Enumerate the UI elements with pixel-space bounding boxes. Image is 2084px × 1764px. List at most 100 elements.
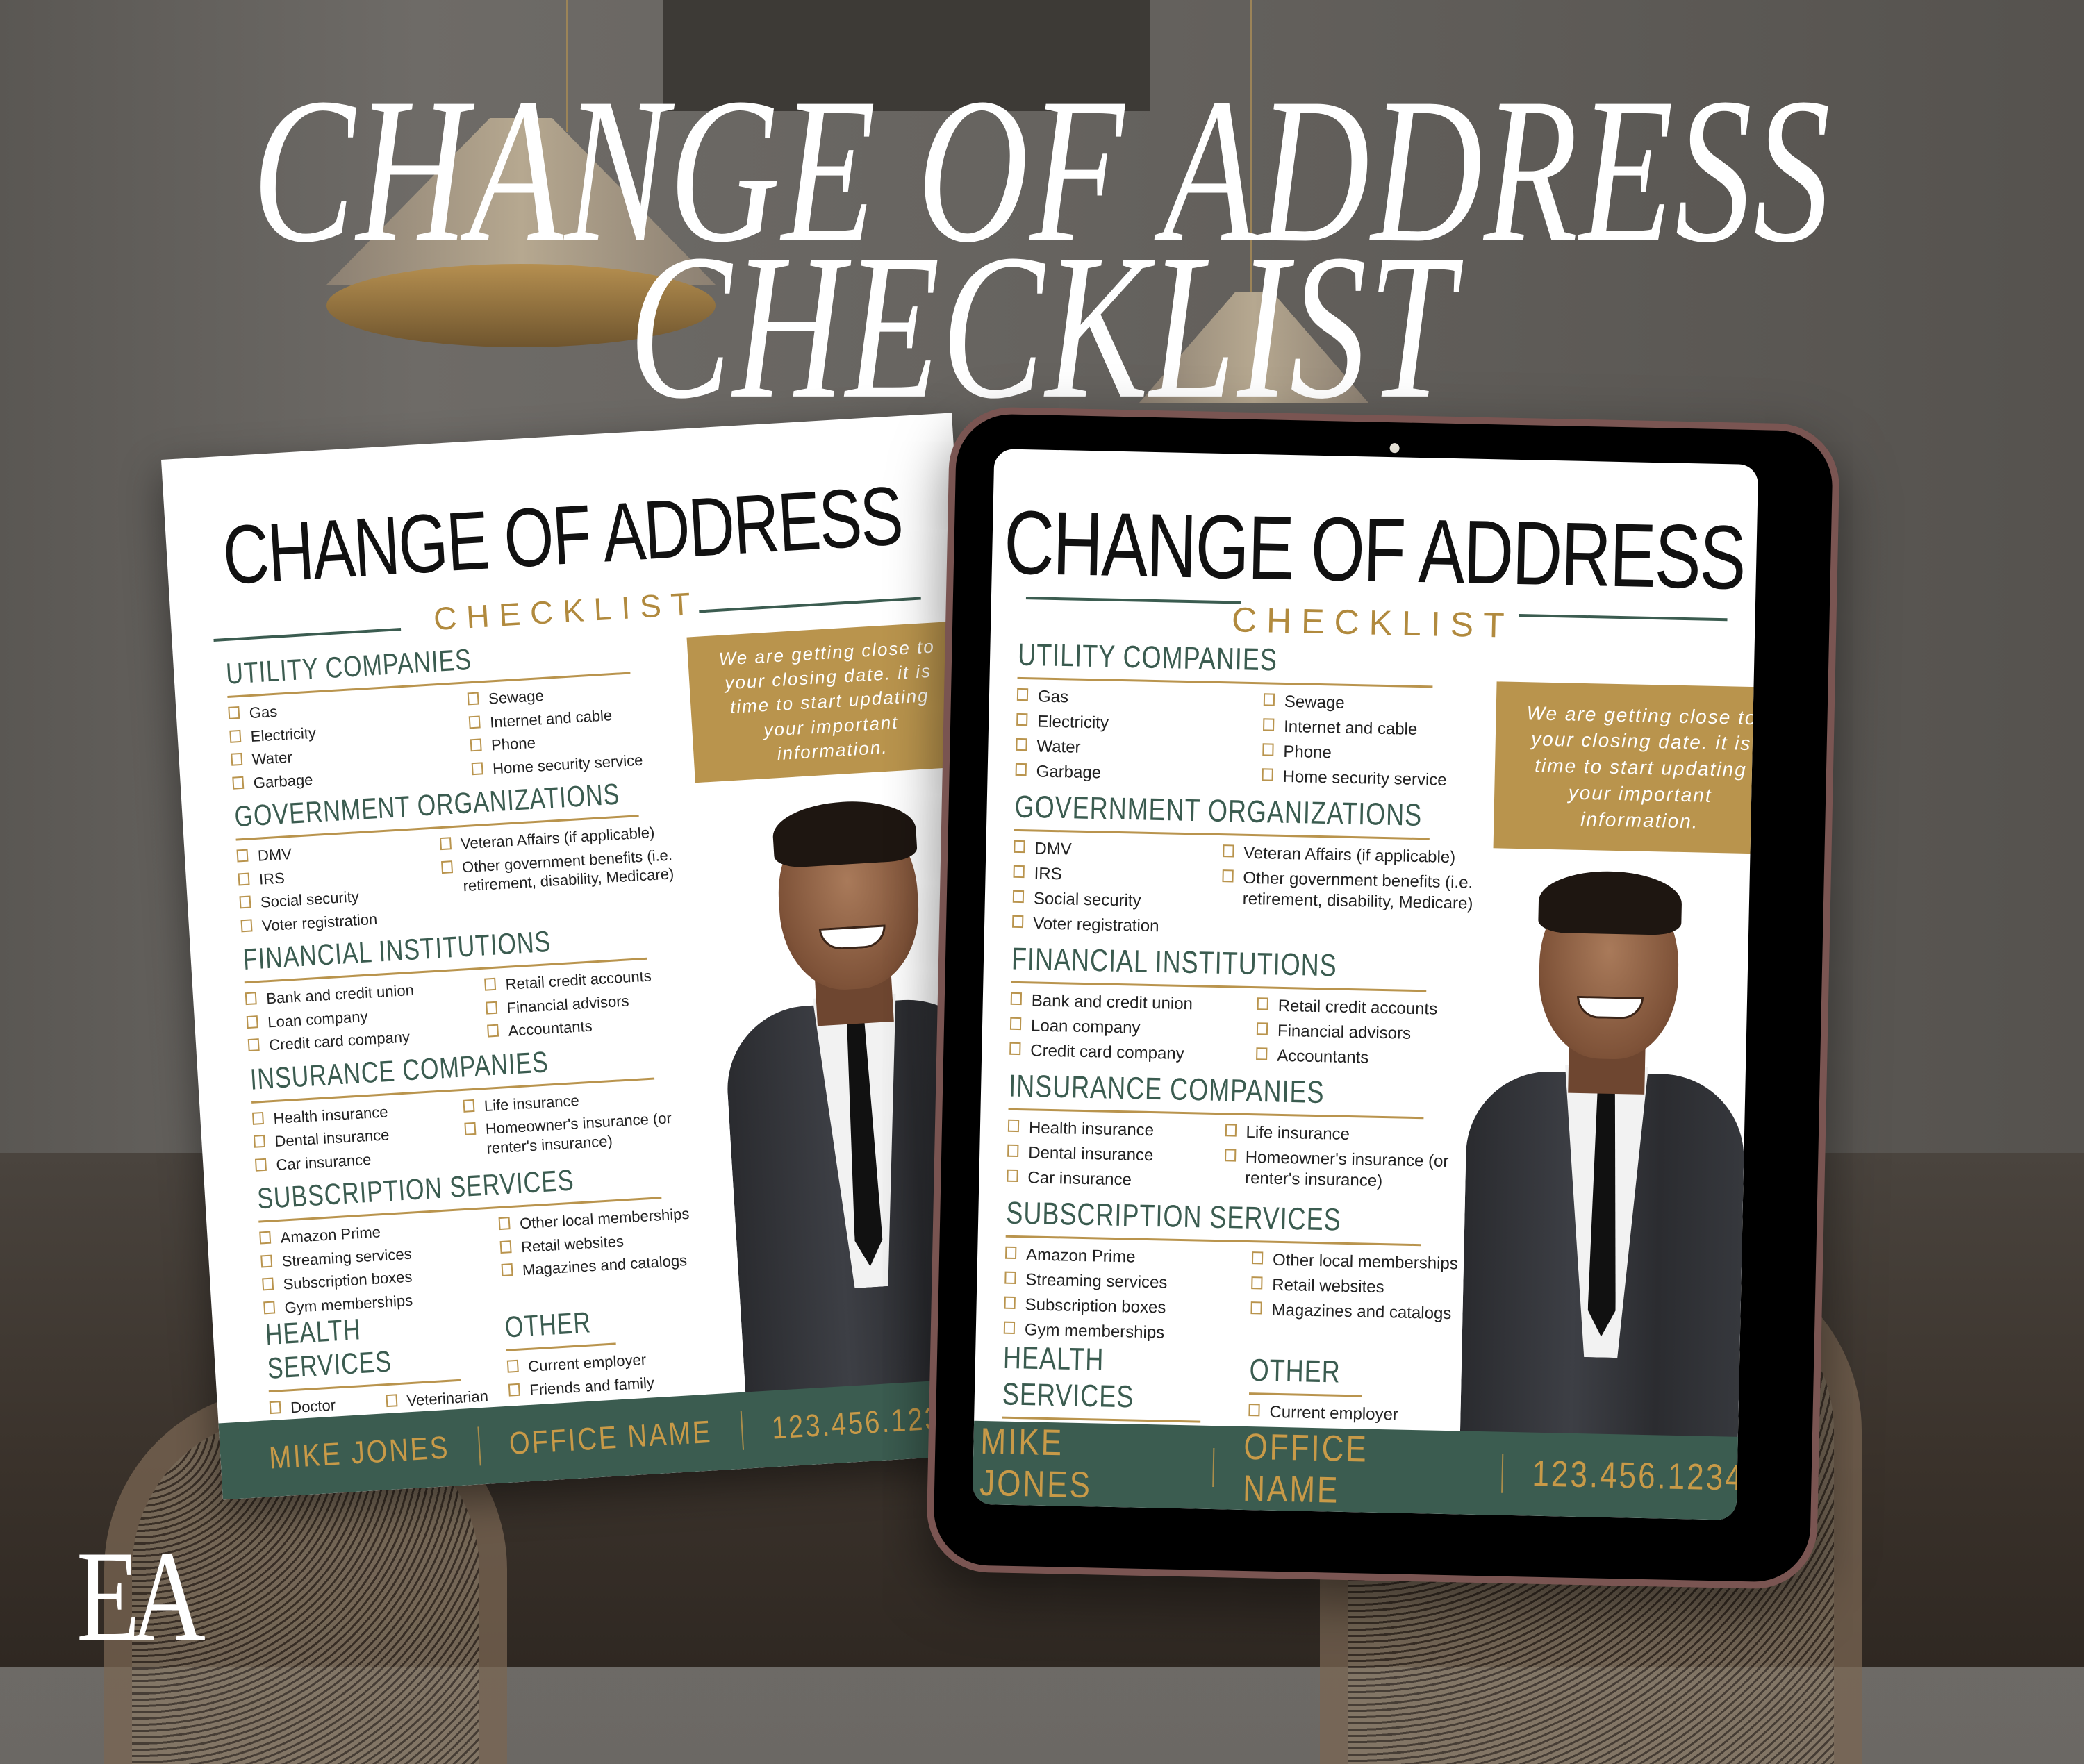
checkbox-icon[interactable] <box>499 1240 512 1254</box>
checklist-item[interactable]: IRS <box>1013 863 1201 888</box>
checkbox-icon[interactable] <box>254 1158 267 1172</box>
checklist-item[interactable]: Internet and cable <box>1263 716 1489 742</box>
checklist-item[interactable]: Current employer <box>1248 1401 1475 1427</box>
checkbox-icon[interactable] <box>232 776 245 790</box>
checkbox-icon[interactable] <box>1007 1169 1018 1183</box>
checkbox-icon[interactable] <box>1262 768 1273 781</box>
checkbox-icon[interactable] <box>259 1231 272 1245</box>
checklist-item[interactable]: Other local memberships <box>1251 1249 1478 1275</box>
checkbox-icon[interactable] <box>1016 713 1028 726</box>
checkbox-icon[interactable] <box>1003 1321 1016 1335</box>
checkbox-icon[interactable] <box>440 860 453 874</box>
checklist-item[interactable]: DMV <box>1014 838 1202 863</box>
checklist-item[interactable]: Dental insurance <box>1007 1142 1204 1167</box>
checkbox-icon[interactable] <box>1250 1301 1262 1315</box>
checklist-item[interactable]: Other government benefits (i.e. retireme… <box>1221 867 1485 915</box>
checklist-item[interactable]: Phone <box>1262 741 1489 767</box>
checklist-item[interactable]: Homeowner's insurance (or renter's insur… <box>1224 1147 1480 1194</box>
checkbox-icon[interactable] <box>468 715 481 729</box>
checkbox-icon[interactable] <box>1256 1022 1268 1035</box>
checklist-item[interactable]: Bank and credit union <box>1010 990 1237 1016</box>
checklist-item[interactable]: Electricity <box>1016 711 1243 737</box>
checklist-item[interactable]: Garbage <box>1015 761 1241 787</box>
checklist-item[interactable]: Sewage <box>1263 691 1490 717</box>
checkbox-icon[interactable] <box>470 738 482 752</box>
checkbox-icon[interactable] <box>1263 693 1275 706</box>
checkbox-icon[interactable] <box>486 1001 498 1015</box>
checkbox-icon[interactable] <box>439 837 452 851</box>
checklist-item[interactable]: Amazon Prime <box>1005 1245 1232 1270</box>
checkbox-icon[interactable] <box>1251 1251 1264 1265</box>
checkbox-icon[interactable] <box>1248 1404 1260 1417</box>
checkbox-icon[interactable] <box>1010 992 1023 1006</box>
checkbox-icon[interactable] <box>508 1383 520 1397</box>
checkbox-icon[interactable] <box>464 1122 477 1135</box>
checkbox-icon[interactable] <box>1224 1149 1237 1162</box>
checkbox-icon[interactable] <box>247 1038 260 1052</box>
checkbox-icon[interactable] <box>506 1359 519 1373</box>
checkbox-icon[interactable] <box>1014 840 1025 854</box>
checkbox-icon[interactable] <box>269 1401 281 1415</box>
checklist-item[interactable]: Social security <box>1012 888 1201 913</box>
checkbox-icon[interactable] <box>1012 890 1025 904</box>
checkbox-icon[interactable] <box>1225 1124 1237 1137</box>
checkbox-icon[interactable] <box>240 918 253 932</box>
checkbox-icon[interactable] <box>1257 997 1268 1010</box>
checkbox-icon[interactable] <box>245 992 257 1006</box>
checkbox-icon[interactable] <box>229 729 242 743</box>
checkbox-icon[interactable] <box>1223 844 1234 858</box>
checkbox-icon[interactable] <box>1263 718 1275 731</box>
checkbox-icon[interactable] <box>1016 738 1027 751</box>
checkbox-icon[interactable] <box>1007 1119 1020 1133</box>
checkbox-icon[interactable] <box>238 872 250 885</box>
checklist-item[interactable]: Streaming services <box>1004 1270 1231 1295</box>
checkbox-icon[interactable] <box>231 752 243 766</box>
checkbox-icon[interactable] <box>1007 1144 1019 1158</box>
checkbox-icon[interactable] <box>484 977 497 991</box>
checkbox-icon[interactable] <box>1256 1047 1268 1060</box>
checkbox-icon[interactable] <box>1009 1042 1021 1056</box>
checkbox-icon[interactable] <box>467 692 479 706</box>
checkbox-icon[interactable] <box>1016 688 1029 701</box>
checkbox-icon[interactable] <box>1004 1296 1016 1310</box>
checkbox-icon[interactable] <box>251 1111 264 1125</box>
checkbox-icon[interactable] <box>262 1277 274 1291</box>
checkbox-icon[interactable] <box>1009 1017 1022 1031</box>
checklist-item[interactable]: Car insurance <box>1007 1167 1203 1192</box>
checkbox-icon[interactable] <box>487 1024 499 1038</box>
checkbox-icon[interactable] <box>1251 1276 1263 1290</box>
checklist-item[interactable]: Gas <box>1016 686 1243 712</box>
checkbox-icon[interactable] <box>471 761 483 775</box>
checklist-item[interactable]: Credit card company <box>1009 1040 1236 1066</box>
checkbox-icon[interactable] <box>236 849 249 863</box>
checkbox-icon[interactable] <box>1262 743 1274 756</box>
checkbox-icon[interactable] <box>1015 763 1027 776</box>
checkbox-icon[interactable] <box>498 1217 511 1231</box>
checkbox-icon[interactable] <box>463 1099 475 1113</box>
checklist-item[interactable]: Home security service <box>1262 766 1488 792</box>
checkbox-icon[interactable] <box>260 1254 273 1267</box>
checklist-item[interactable]: Subscription boxes <box>1004 1295 1230 1320</box>
checkbox-icon[interactable] <box>1012 915 1024 929</box>
checkbox-icon[interactable] <box>239 895 251 909</box>
checkbox-icon[interactable] <box>501 1263 513 1276</box>
checkbox-icon[interactable] <box>385 1394 398 1408</box>
checkbox-icon[interactable] <box>1013 865 1025 879</box>
checklist-item[interactable]: Life insurance <box>1225 1122 1480 1148</box>
checklist-item[interactable]: Financial advisors <box>1256 1020 1483 1046</box>
checklist-item[interactable]: Veteran Affairs (if applicable) <box>1223 842 1487 869</box>
checkbox-icon[interactable] <box>1004 1271 1016 1285</box>
checkbox-icon[interactable] <box>228 706 240 719</box>
checklist-item[interactable]: Retail credit accounts <box>1257 995 1483 1021</box>
checklist-item[interactable]: Health insurance <box>1007 1117 1205 1142</box>
checkbox-icon[interactable] <box>1222 869 1234 883</box>
checkbox-icon[interactable] <box>1005 1246 1017 1260</box>
checklist-item[interactable]: Loan company <box>1009 1015 1237 1041</box>
checklist-item[interactable]: Voter registration <box>1012 913 1200 938</box>
checkbox-icon[interactable] <box>246 1015 258 1029</box>
checkbox-icon[interactable] <box>253 1134 265 1148</box>
checklist-item[interactable]: Magazines and catalogs <box>1250 1299 1477 1325</box>
checklist-item[interactable]: Water <box>1016 736 1242 762</box>
checkbox-icon[interactable] <box>263 1300 276 1314</box>
checklist-item[interactable]: Accountants <box>1256 1045 1482 1071</box>
